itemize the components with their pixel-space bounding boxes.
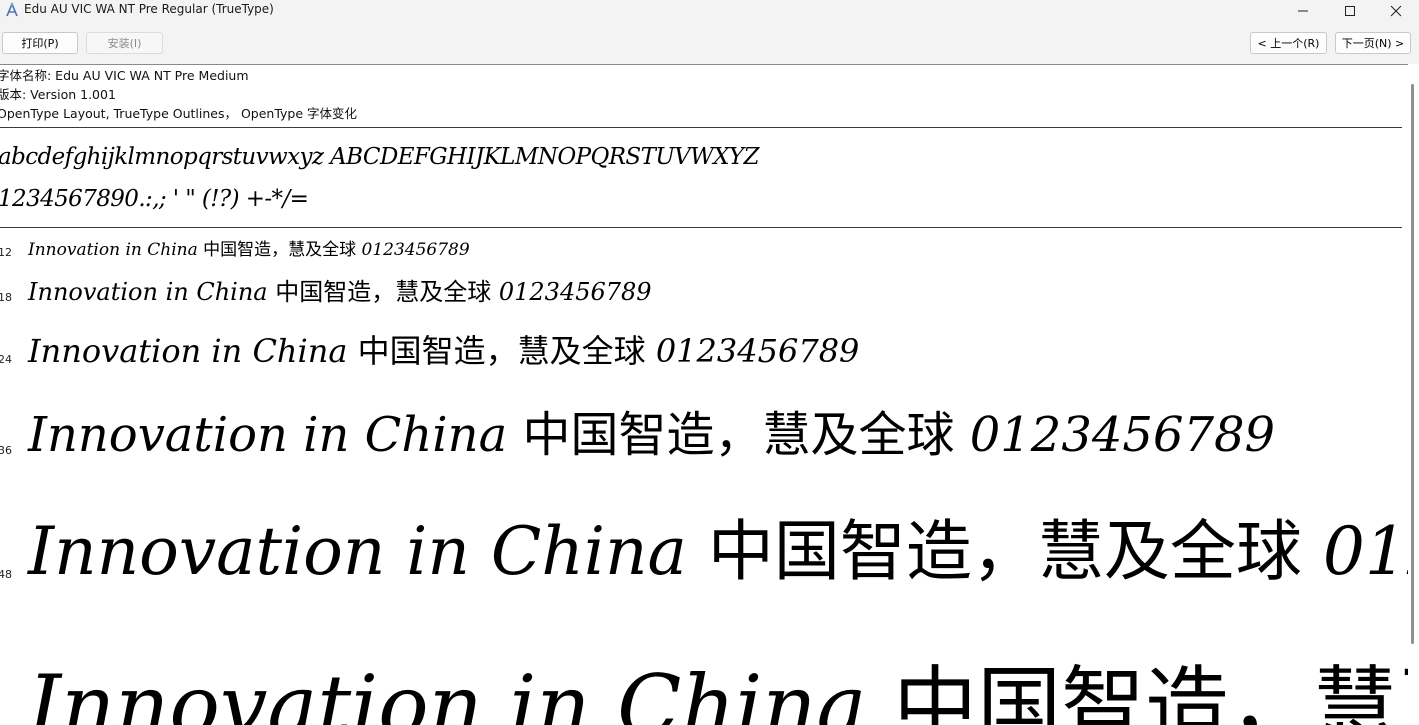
font-viewer-icon <box>4 1 20 18</box>
scrollbar-thumb[interactable] <box>1411 84 1414 644</box>
size-label: 24 <box>0 353 12 366</box>
sample-cjk: 中国智造，慧及全球 <box>357 332 656 370</box>
install-button[interactable]: 安装(I) <box>86 32 163 54</box>
sample-digits: 0123456789 <box>1322 513 1408 590</box>
font-type-line: OpenType Layout, TrueType Outlines， Open… <box>0 106 358 121</box>
sample-line: Innovation in China 中国智造，慧及全球 0123456789 <box>28 327 859 375</box>
font-preview-area: 字体名称: Edu AU VIC WA NT Pre Medium 版本: Ve… <box>0 64 1408 725</box>
window-title: Edu AU VIC WA NT Pre Regular (TrueType) <box>24 2 274 16</box>
toolbar: 打印(P) 安装(I) < 上一个(R) 下一页(N) > <box>0 22 1419 64</box>
sample-digits: 0123456789 <box>969 407 1276 463</box>
font-name-line: 字体名称: Edu AU VIC WA NT Pre Medium <box>0 68 249 83</box>
sample-line: Innovation in China 中国智造，慧及全球 0123456789 <box>28 507 1408 597</box>
size-label: 48 <box>0 568 12 581</box>
close-button[interactable] <box>1373 0 1419 22</box>
title-bar: Edu AU VIC WA NT Pre Regular (TrueType) <box>0 0 1419 22</box>
digits-preview: 1234567890.:,; ' " (!?) +-*/= <box>0 186 309 212</box>
sample-cjk: 中国智造，慧及全球 <box>275 278 499 306</box>
sample-cjk: 中国智造，慧及全球 <box>893 657 1408 725</box>
sample-cjk: 中国智造，慧及全球 <box>203 240 362 260</box>
close-icon <box>1390 5 1402 17</box>
divider-top <box>0 127 1402 128</box>
sample-latin: Innovation in China <box>28 407 523 463</box>
sample-digits: 0123456789 <box>361 240 470 260</box>
maximize-button[interactable] <box>1327 0 1373 22</box>
sample-digits: 0123456789 <box>498 278 652 306</box>
sample-cjk: 中国智造，慧及全球 <box>707 513 1323 590</box>
sample-latin: Innovation in China <box>28 278 276 306</box>
font-version-line: 版本: Version 1.001 <box>0 87 116 102</box>
size-label: 12 <box>0 246 12 259</box>
size-label: 36 <box>0 444 12 457</box>
size-label: 18 <box>0 291 12 304</box>
minimize-button[interactable] <box>1280 0 1326 22</box>
sample-latin: Innovation in China <box>28 513 708 590</box>
sample-digits: 0123456789 <box>655 332 860 370</box>
sample-line: Innovation in China 中国智造，慧及全球 0123456789 <box>28 400 1275 470</box>
alphabet-preview: abcdefghijklmnopqrstuvwxyz ABCDEFGHIJKLM… <box>0 144 760 170</box>
sample-cjk: 中国智造，慧及全球 <box>522 407 970 463</box>
minimize-icon <box>1297 5 1309 17</box>
sample-line: Innovation in China 中国智造，慧及全球 0123456789 <box>28 275 652 309</box>
font-viewer-window: Edu AU VIC WA NT Pre Regular (TrueType) … <box>0 0 1419 725</box>
maximize-icon <box>1344 5 1356 17</box>
vertical-scrollbar[interactable] <box>1408 64 1419 725</box>
divider-bottom <box>0 227 1402 228</box>
sample-latin: Innovation in China <box>28 240 204 260</box>
print-button[interactable]: 打印(P) <box>2 32 78 54</box>
next-page-button[interactable]: 下一页(N) > <box>1335 32 1411 54</box>
sample-latin: Innovation in China <box>28 657 894 725</box>
sample-line: Innovation in China 中国智造，慧及全球 0123456789 <box>28 651 1408 725</box>
previous-button[interactable]: < 上一个(R) <box>1250 32 1327 54</box>
sample-line: Innovation in China 中国智造，慧及全球 0123456789 <box>28 238 470 262</box>
sample-latin: Innovation in China <box>28 332 358 370</box>
